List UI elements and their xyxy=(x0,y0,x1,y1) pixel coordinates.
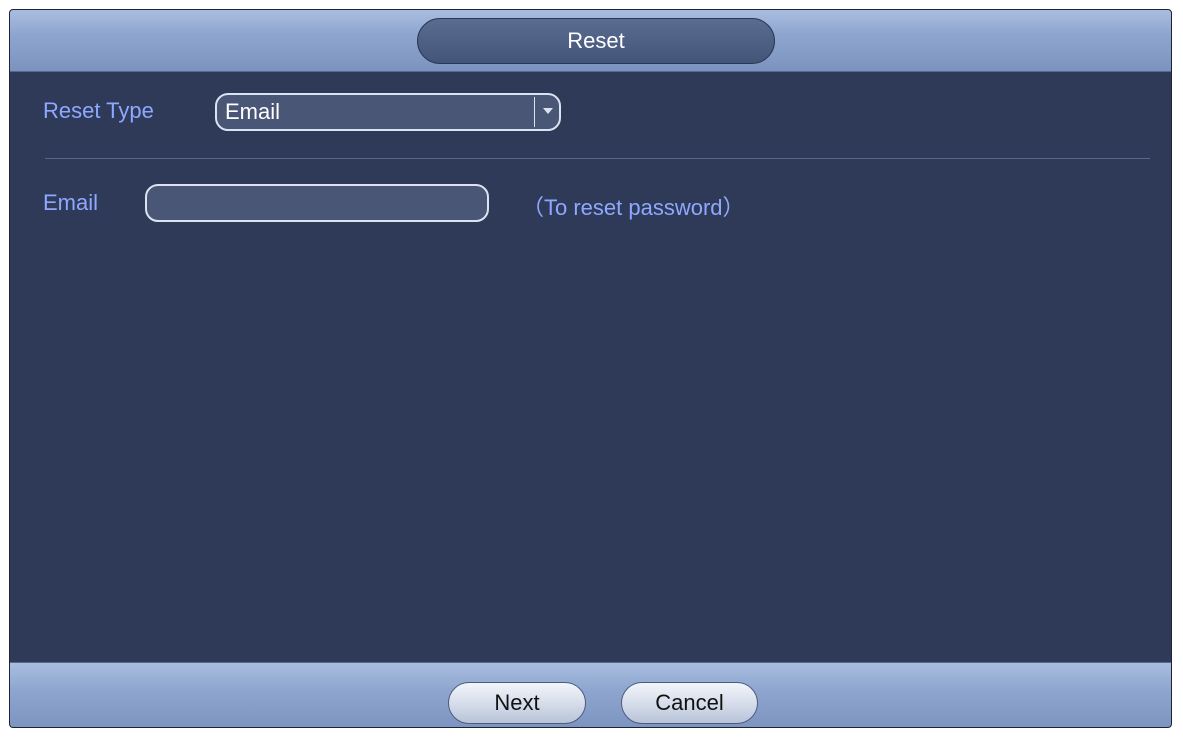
reset-type-label: Reset Type xyxy=(43,98,154,123)
email-label: Email xyxy=(43,190,99,215)
chevron-down-icon[interactable] xyxy=(543,108,553,114)
cancel-button[interactable]: Cancel xyxy=(621,682,758,724)
next-button[interactable]: Next xyxy=(448,682,586,724)
reset-dialog: Reset Reset Type Email Email （To reset p… xyxy=(9,9,1172,728)
reset-type-select[interactable]: Email xyxy=(215,93,561,131)
email-hint: （To reset password） xyxy=(522,195,745,220)
select-divider xyxy=(534,97,535,127)
dialog-title: Reset xyxy=(417,18,775,64)
button-bar: Next Cancel xyxy=(10,662,1171,727)
reset-type-value: Email xyxy=(225,99,281,124)
email-field[interactable] xyxy=(145,184,489,222)
title-bar: Reset xyxy=(10,10,1171,72)
section-divider xyxy=(45,158,1150,159)
